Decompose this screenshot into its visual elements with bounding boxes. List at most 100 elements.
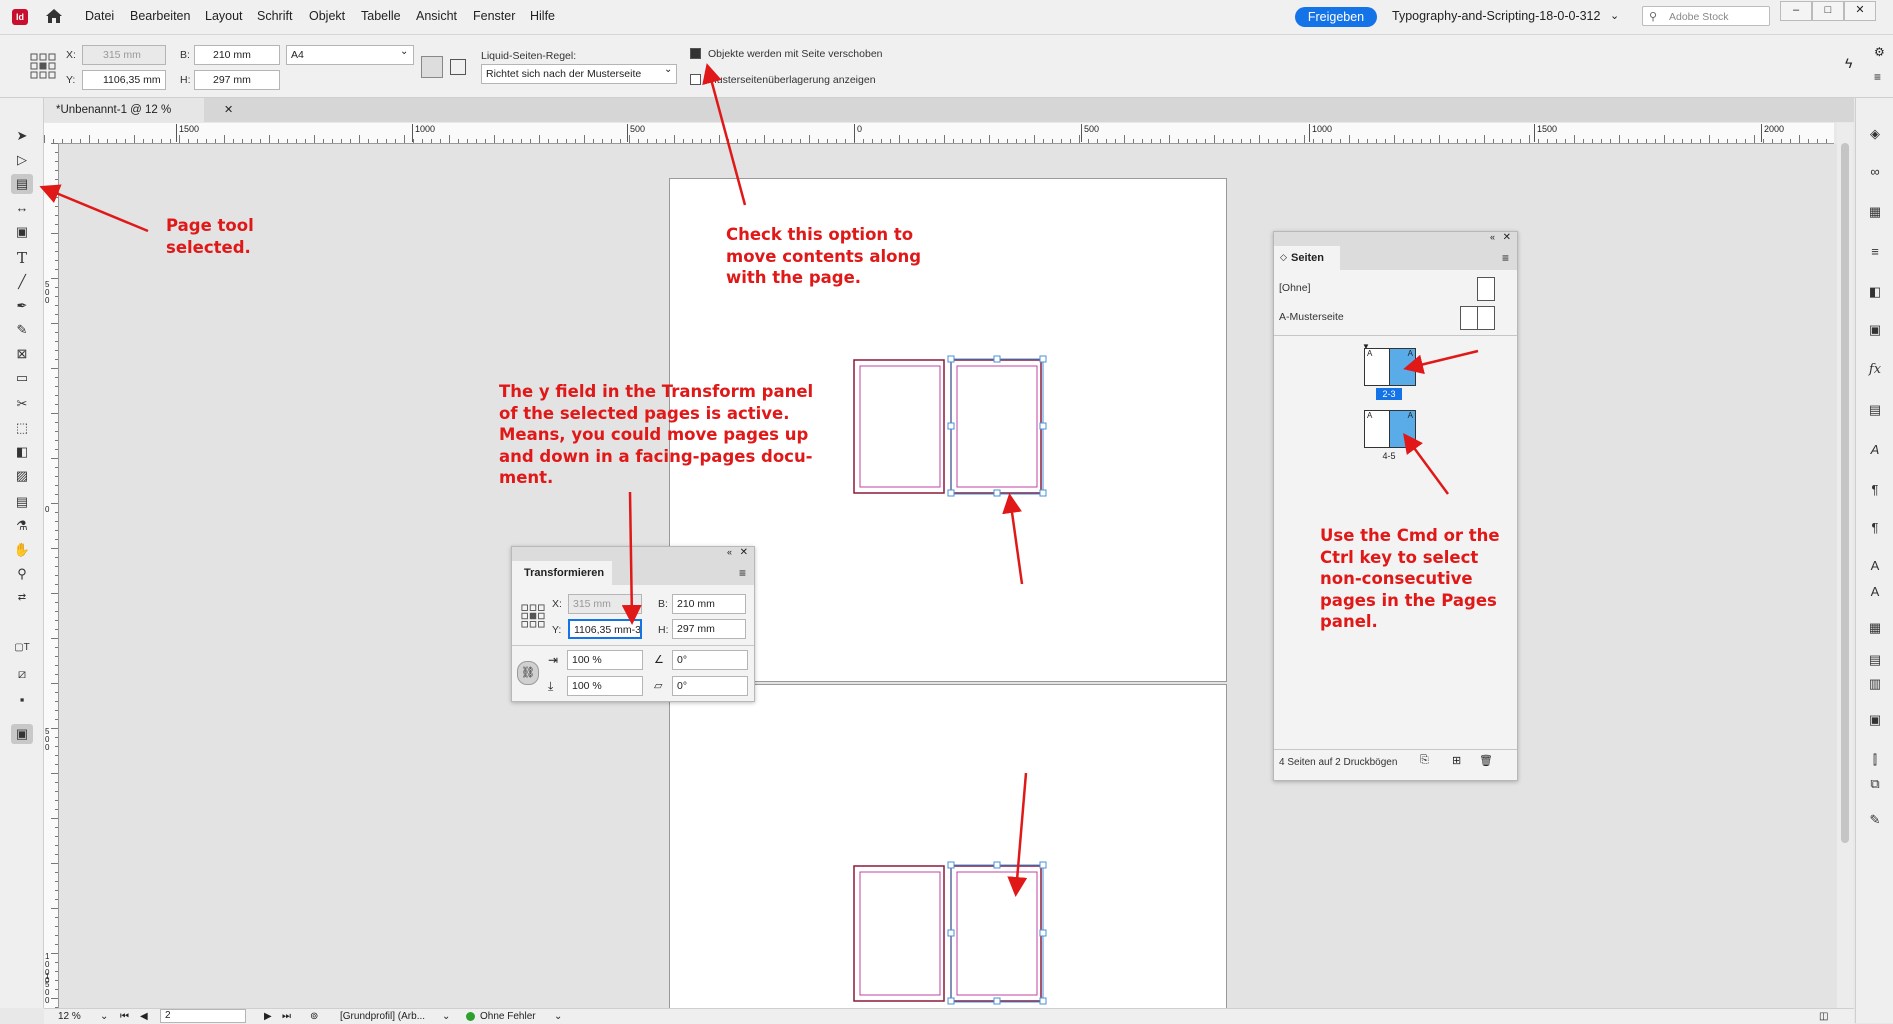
transform-width-field[interactable]: 210 mm — [672, 594, 746, 614]
document-title[interactable]: Typography-and-Scripting-18-0-0-312 — [1392, 9, 1600, 23]
paragraph-icon[interactable]: ¶ — [1865, 480, 1885, 500]
character-styles-icon[interactable]: A — [1865, 440, 1885, 460]
move-objects-checkbox[interactable] — [690, 48, 701, 59]
horizontal-ruler[interactable]: 1500 1000 500 0 500 1000 1500 2000 — [44, 123, 1834, 144]
scissors-tool-icon[interactable]: ✂ — [11, 394, 33, 414]
document-tab[interactable]: *Unbenannt-1 @ 12 % — [44, 98, 204, 122]
apply-color-icon[interactable]: ▪ — [11, 690, 33, 710]
portrait-orientation-icon[interactable] — [421, 56, 443, 78]
swap-fill-stroke-icon[interactable]: ⇄ — [11, 588, 33, 608]
panel-menu-icon[interactable]: ≡ — [1502, 251, 1509, 265]
transform-height-field[interactable]: 297 mm — [672, 619, 746, 639]
document-canvas[interactable] — [59, 144, 1837, 1009]
menu-item-schrift[interactable]: Schrift — [257, 9, 292, 23]
menu-item-objekt[interactable]: Objekt — [309, 9, 345, 23]
line-tool-icon[interactable]: ╱ — [11, 272, 33, 292]
constrain-proportions-icon[interactable]: ⛓ — [517, 661, 539, 685]
effects-icon[interactable]: fx — [1865, 360, 1885, 380]
scripts-icon[interactable]: ✎ — [1865, 810, 1885, 830]
reference-point-icon[interactable] — [521, 604, 545, 631]
close-window-button[interactable]: ✕ — [1844, 1, 1876, 21]
gradient-tool-icon[interactable]: ◧ — [11, 442, 33, 462]
spread-4-5-label[interactable]: 4-5 — [1376, 450, 1402, 462]
note-tool-icon[interactable]: ▤ — [11, 492, 33, 512]
swatches-icon[interactable]: ▦ — [1865, 202, 1885, 222]
stroke-icon[interactable]: ≡ — [1865, 242, 1885, 262]
pen-tool-icon[interactable]: ✒ — [11, 296, 33, 316]
table-icon[interactable]: ▦ — [1865, 618, 1885, 638]
chevron-down-icon[interactable]: ⌄ — [554, 1009, 562, 1024]
y-field[interactable]: 1106,35 mm — [82, 70, 166, 90]
menu-icon[interactable]: ≡ — [1874, 70, 1881, 84]
transform-x-field[interactable]: 315 mm — [568, 594, 642, 614]
page-3-thumbnail[interactable]: A — [1389, 348, 1416, 386]
menu-item-tabelle[interactable]: Tabelle — [361, 9, 401, 23]
content-collector-icon[interactable]: ▣ — [11, 222, 33, 242]
minimize-button[interactable]: – — [1780, 1, 1812, 21]
character-icon[interactable]: A — [1865, 556, 1885, 576]
fill-stroke-icon[interactable]: ⧄ — [11, 664, 33, 684]
menu-item-bearbeiten[interactable]: Bearbeiten — [130, 9, 190, 23]
table-styles-icon[interactable]: ▤ — [1865, 650, 1885, 670]
text-wrap-icon[interactable]: ▤ — [1865, 400, 1885, 420]
master-a-right-thumbnail[interactable] — [1477, 306, 1495, 330]
type-tool-icon[interactable]: T — [11, 248, 33, 268]
rectangle-tool-icon[interactable]: ▭ — [11, 368, 33, 388]
free-transform-tool-icon[interactable]: ⬚ — [11, 418, 33, 438]
gap-tool-icon[interactable]: ↔ — [11, 198, 33, 218]
trash-icon[interactable]: 🗑 — [1479, 754, 1493, 767]
scale-y-field[interactable]: 100 % — [567, 676, 643, 696]
pathfinder-icon[interactable]: ⧉ — [1865, 774, 1885, 794]
menu-item-layout[interactable]: Layout — [205, 9, 243, 23]
glyphs-icon[interactable]: A — [1865, 582, 1885, 602]
layers-icon[interactable]: ◈ — [1865, 124, 1885, 144]
preflight-status[interactable]: Ohne Fehler — [480, 1009, 536, 1024]
formatting-affects-container-icon[interactable]: ▢T — [11, 638, 33, 658]
page-tool-icon[interactable]: ▤ — [11, 174, 33, 194]
menu-item-hilfe[interactable]: Hilfe — [530, 9, 555, 23]
chevron-down-icon[interactable]: ⌄ — [100, 1009, 108, 1024]
pages-tab[interactable]: Seiten ◇ — [1274, 246, 1341, 270]
stock-search-input[interactable]: Adobe Stock — [1642, 6, 1770, 26]
page-size-select[interactable]: A4 — [286, 45, 414, 65]
split-view-icon[interactable]: ◫ — [1819, 1009, 1828, 1024]
gear-icon[interactable]: ⚙ — [1874, 45, 1885, 59]
eyedropper-tool-icon[interactable]: ⚗ — [11, 516, 33, 536]
last-page-icon[interactable]: ⏭ — [282, 1009, 291, 1024]
paragraph-styles-icon[interactable]: ¶ — [1865, 518, 1885, 538]
menu-item-ansicht[interactable]: Ansicht — [416, 9, 457, 23]
gradient-feather-tool-icon[interactable]: ▨ — [11, 466, 33, 486]
page-4-thumbnail[interactable]: A — [1364, 410, 1391, 448]
rotation-field[interactable]: 0° — [672, 650, 748, 670]
shear-field[interactable]: 0° — [672, 676, 748, 696]
panel-menu-icon[interactable]: ≡ — [739, 566, 746, 580]
open-in-window-icon[interactable]: ⊚ — [310, 1009, 318, 1024]
height-field[interactable]: 297 mm — [194, 70, 280, 90]
page-2-thumbnail[interactable]: A — [1364, 348, 1391, 386]
width-field[interactable]: 210 mm — [194, 45, 280, 65]
close-icon[interactable]: ✕ — [1503, 232, 1511, 243]
edit-page-size-icon[interactable]: ⎘ — [1420, 754, 1429, 767]
links-icon[interactable]: ∞ — [1865, 162, 1885, 182]
pencil-tool-icon[interactable]: ✎ — [11, 320, 33, 340]
collapse-icon[interactable]: « — [1490, 232, 1495, 242]
cc-libraries-icon[interactable]: ▣ — [1865, 320, 1885, 340]
master-none-label[interactable]: [Ohne] — [1279, 282, 1311, 294]
collapse-icon[interactable]: « — [727, 547, 732, 557]
rectangle-frame-tool-icon[interactable]: ⊠ — [11, 344, 33, 364]
page-5-thumbnail[interactable]: A — [1389, 410, 1416, 448]
menu-item-datei[interactable]: Datei — [85, 9, 114, 23]
screen-mode-icon[interactable]: ▣ — [11, 724, 33, 744]
zoom-tool-icon[interactable]: ⚲ — [11, 564, 33, 584]
preflight-profile[interactable]: [Grundprofil] (Arb... — [340, 1009, 425, 1024]
landscape-orientation-icon[interactable] — [450, 59, 466, 75]
home-icon[interactable] — [44, 7, 64, 28]
publish-button[interactable]: Freigeben — [1295, 7, 1377, 27]
lightning-icon[interactable]: ϟ — [1845, 55, 1852, 71]
close-tab-icon[interactable]: ✕ — [224, 103, 233, 116]
master-a-left-thumbnail[interactable] — [1460, 306, 1478, 330]
direct-selection-tool-icon[interactable]: ▷ — [11, 150, 33, 170]
menu-item-fenster[interactable]: Fenster — [473, 9, 515, 23]
scrollbar-thumb[interactable] — [1841, 143, 1849, 843]
transform-tab[interactable]: Transformieren — [512, 561, 613, 585]
